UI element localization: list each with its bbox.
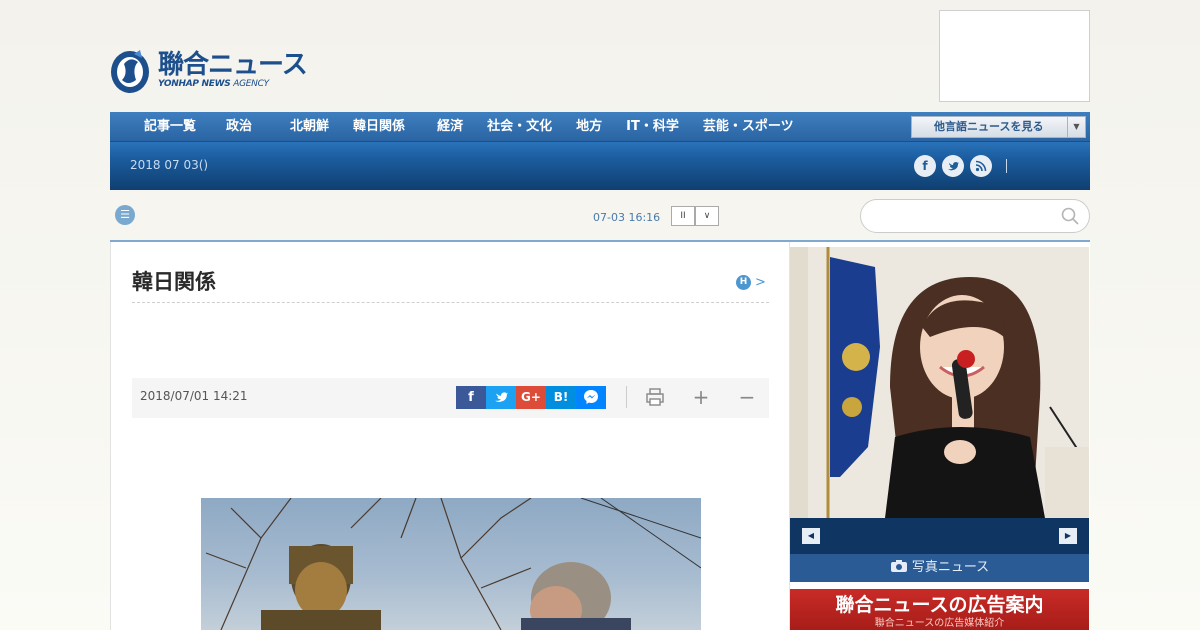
title-divider (132, 302, 769, 303)
ad-banner-subtitle: 聯合ニュースの広告媒体紹介 (874, 618, 1005, 629)
nav-item-politics[interactable]: 政治 (212, 112, 268, 142)
ticker-time: 07-03 16:16 (593, 211, 661, 224)
rss-icon[interactable] (970, 155, 992, 177)
header-ad-slot[interactable] (939, 10, 1090, 102)
nav-item-articles[interactable]: 記事一覧 (128, 112, 212, 142)
article-photo (201, 498, 701, 630)
search-input[interactable] (860, 199, 1090, 233)
font-decrease-icon[interactable]: − (729, 386, 765, 408)
nav-item-society-culture[interactable]: 社会・文化 (479, 112, 568, 142)
tools-divider (626, 386, 627, 408)
other-language-news-button[interactable]: 他言語ニュースを見る ▼ (911, 116, 1086, 138)
search-icon[interactable] (1061, 207, 1079, 225)
messenger-share-button[interactable] (576, 386, 606, 409)
current-date: 2018 07 03() (130, 158, 209, 172)
nav-item-regional[interactable]: 地方 (568, 112, 618, 142)
twitter-icon[interactable] (942, 155, 964, 177)
social-divider (1006, 159, 1007, 173)
nav-menu-bar: 記事一覧 政治 北朝鮮 韓日関係 経済 社会・文化 地方 IT・科学 芸能・スポ… (110, 112, 1090, 142)
hangul-badge-icon: H (736, 275, 751, 290)
article-area: 韓日関係 H > 2018/07/01 14:21 f G+ B! + − (110, 242, 789, 630)
facebook-icon[interactable]: f (914, 155, 936, 177)
photo-news-label[interactable]: 写真ニュース (790, 554, 1089, 582)
ticker-pause-button[interactable]: II (671, 206, 695, 226)
nav-item-north-korea[interactable]: 北朝鮮 (268, 112, 345, 142)
hatena-share-button[interactable]: B! (546, 386, 576, 409)
article-tools: + − (626, 386, 775, 408)
logo-english: YONHAP NEWS AGENCY (158, 79, 269, 89)
nav-item-economy[interactable]: 経済 (421, 112, 479, 142)
ticker-next-button[interactable]: ∨ (695, 206, 719, 226)
yonhap-logo[interactable]: 聯合ニュース YONHAP NEWS AGENCY (110, 44, 310, 96)
hangul-link[interactable]: H > (736, 275, 766, 290)
nav-item-it-science[interactable]: IT・科学 (618, 112, 695, 142)
googleplus-share-button[interactable]: G+ (516, 386, 546, 409)
slider-next-icon[interactable]: ▶ (1059, 528, 1077, 544)
social-links: f (914, 155, 1007, 177)
photo-slider-controls: ◀ ▶ (790, 518, 1089, 554)
slider-prev-icon[interactable]: ◀ (802, 528, 820, 544)
ad-banner-title: 聯合ニュースの広告案内 (835, 594, 1044, 616)
page-wrapper: 聯合ニュース YONHAP NEWS AGENCY 記事一覧 政治 北朝鮮 韓日… (110, 0, 1090, 630)
chevron-down-icon: ▼ (1067, 117, 1085, 137)
sidebar: ◀ ▶ 写真ニュース 聯合ニュースの広告案内 聯合ニュースの広告媒体紹介 (789, 242, 1090, 630)
section-title: 韓日関係 (132, 270, 216, 294)
logo-japanese: 聯合ニュース (158, 50, 308, 80)
article-date: 2018/07/01 14:21 (140, 389, 248, 403)
facebook-share-button[interactable]: f (456, 386, 486, 409)
share-buttons: f G+ B! (456, 386, 606, 409)
nav-item-korea-japan[interactable]: 韓日関係 (345, 112, 421, 142)
camera-icon (890, 560, 907, 572)
main-nav: 記事一覧 政治 北朝鮮 韓日関係 経済 社会・文化 地方 IT・科学 芸能・スポ… (110, 112, 1090, 190)
yonhap-logo-icon (110, 46, 152, 94)
photo-news-image[interactable] (790, 247, 1089, 518)
article-meta-bar: 2018/07/01 14:21 f G+ B! + − (132, 378, 769, 418)
twitter-share-button[interactable] (486, 386, 516, 409)
print-icon[interactable] (637, 386, 673, 408)
chevron-right-icon: > (755, 275, 766, 290)
font-increase-icon[interactable]: + (683, 386, 719, 408)
advertising-banner[interactable]: 聯合ニュースの広告案内 聯合ニュースの広告媒体紹介 (790, 589, 1089, 630)
nav-item-entertainment-sports[interactable]: 芸能・スポーツ (695, 112, 810, 142)
news-list-icon[interactable]: ☰ (115, 205, 135, 225)
